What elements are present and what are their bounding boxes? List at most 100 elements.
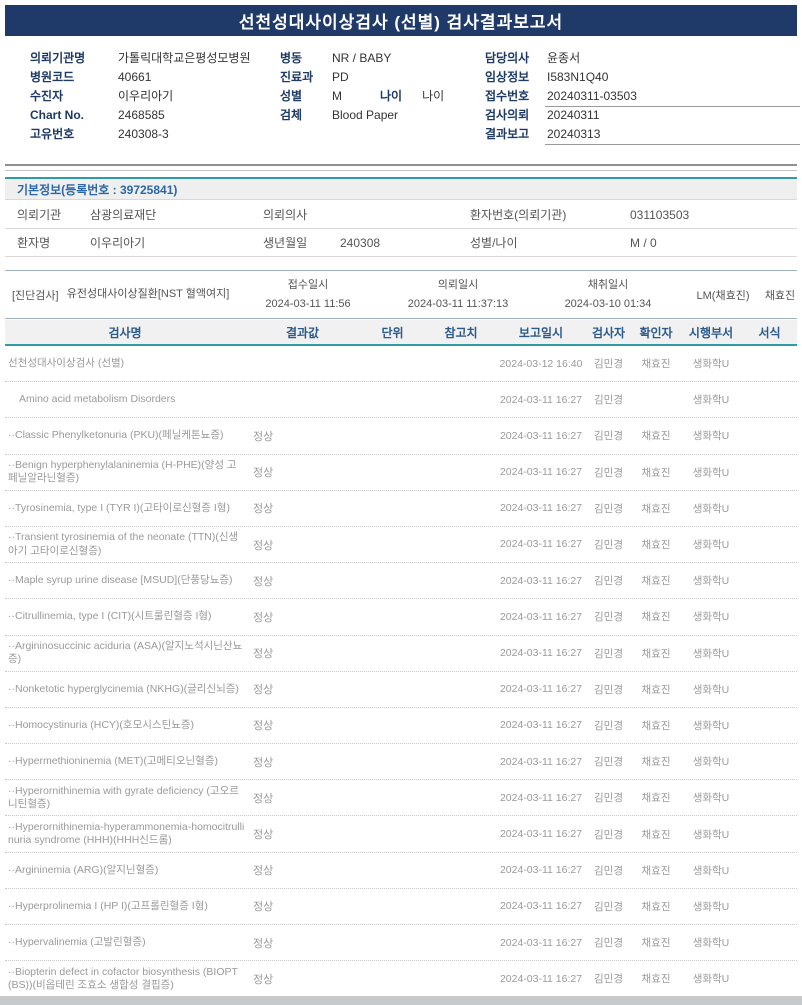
department-cell: 생화학U — [692, 575, 730, 588]
result-value-cell: 정상 — [253, 648, 274, 661]
diagnosis-time-cell: 의뢰일시 2024-03-11 11:37:13 — [383, 276, 533, 313]
tester-cell: 김민경 — [594, 358, 623, 371]
patient-header-row: 병원코드 40661 — [30, 67, 280, 86]
result-row: ··Tyrosinemia, type I (TYR I)(고타이로신혈증 I형… — [5, 491, 797, 527]
department-cell: 생화학U — [692, 719, 730, 732]
field-value: 가톨릭대학교은평성모병원 — [118, 51, 251, 65]
tester-cell: 김민경 — [594, 647, 623, 660]
diagnosis-test-name: 유전성대사이상질환[NST 혈액여지] — [66, 288, 230, 301]
column-header: 보고일시 — [518, 325, 564, 340]
diagnosis-collector: 채효진 — [764, 289, 796, 302]
report-datetime-cell: 2024-03-11 16:27 — [499, 755, 583, 768]
test-name-cell: ··Nonketotic hyperglycinemia (NKHG)(글리신뇌… — [8, 682, 239, 695]
field-value: 2468585 — [118, 107, 165, 122]
report-datetime-cell: 2024-03-11 16:27 — [499, 791, 583, 804]
basic-info-row: 환자명 이우리아기 생년월일 240308 성별/나이 M / 0 — [5, 229, 797, 257]
tester-cell: 김민경 — [594, 539, 623, 552]
section-divider-thin — [5, 170, 797, 171]
field-label: 생년월일 — [263, 236, 308, 250]
report-datetime-cell: 2024-03-11 16:27 — [499, 574, 583, 587]
field-label: 접수번호 — [485, 89, 530, 103]
department-cell: 생화학U — [692, 900, 730, 913]
department-cell: 생화학U — [692, 683, 730, 696]
basic-info-header: 기본정보(등록번호 : 39725841) — [5, 177, 797, 200]
confirmer-cell: 채효진 — [641, 430, 671, 443]
confirmer-cell: 채효진 — [641, 539, 671, 552]
confirmer-cell: 채효진 — [641, 756, 671, 769]
patient-header-row: 성별 M 나이 나이 — [280, 86, 485, 105]
confirmer-cell: 채효진 — [641, 937, 671, 950]
confirmer-cell: 채효진 — [641, 719, 671, 732]
report-datetime-cell: 2024-03-11 16:27 — [499, 647, 583, 659]
result-value-cell: 정상 — [253, 503, 274, 516]
report-datetime-cell: 2024-03-11 16:27 — [499, 393, 583, 406]
field-label: 진료과 — [280, 70, 314, 84]
field-label: 병원코드 — [30, 70, 75, 84]
tester-cell: 김민경 — [594, 683, 623, 696]
result-row: ··Argininemia (ARG)(알지닌혈증) 정상 2024-03-11 1… — [5, 853, 797, 889]
result-value-cell: 정상 — [253, 829, 274, 842]
time-label: 채취일시 — [587, 278, 629, 291]
report-datetime-cell: 2024-03-11 16:27 — [499, 827, 583, 840]
patient-header-col-2: 병동 NR / BABY 진료과 PD 성별 M 나이 나이 검체 Blood Paper — [280, 48, 485, 143]
tester-cell: 김민경 — [594, 828, 623, 841]
field-value: 20240311 — [547, 107, 600, 122]
field-value: M / 0 — [630, 235, 657, 250]
tester-cell: 김민경 — [594, 466, 623, 479]
confirmer-cell: 채효진 — [641, 828, 671, 841]
field-value: M — [332, 88, 342, 103]
field-value: 이우리아기 — [118, 89, 174, 103]
field-label: 성별/나이 — [470, 236, 518, 250]
report-datetime-cell: 2024-03-11 16:27 — [499, 900, 583, 913]
patient-header-row: 접수번호 20240311-03503 — [485, 86, 800, 107]
results-table-body: 선천성대사이상검사 (선별) 2024-03-12 16:40 김민경 채효진 생화학U… — [5, 346, 797, 998]
result-value-cell: 정상 — [253, 684, 274, 697]
test-name-cell: ··Biopterin defect in cofactor biosynthe… — [8, 965, 238, 991]
confirmer-cell: 채효진 — [641, 502, 671, 515]
field-value: 20240311-03503 — [547, 88, 637, 103]
field-value: 윤종서 — [547, 51, 581, 65]
column-header: 결과값 — [285, 325, 320, 340]
field-label: 병동 — [280, 51, 303, 65]
report-datetime-cell: 2024-03-11 16:27 — [499, 466, 583, 479]
result-row: ··Hyperprolinemia I (HP I)(고프롤린혈증 I형) 정상 2… — [5, 889, 797, 925]
tester-cell: 김민경 — [594, 756, 623, 769]
result-row: ··Homocystinuria (HCY)(호모시스틴뇨증) 정상 2024-03… — [5, 708, 797, 745]
field-value: Blood Paper — [332, 107, 399, 122]
tester-cell: 김민경 — [594, 502, 623, 515]
patient-header-col-3: 담당의사 윤종서 임상정보 I583N1Q40 접수번호 20240311-03503 검사… — [485, 48, 800, 145]
report-datetime-cell: 2024-03-11 16:27 — [499, 610, 583, 623]
department-cell: 생화학U — [692, 647, 730, 660]
confirmer-cell: 채효진 — [641, 864, 671, 877]
test-name-cell: ··Argininosuccinic aciduria (ASA)(알지노석시닌… — [8, 639, 243, 666]
test-name-cell: ··Argininemia (ARG)(알지닌혈증) — [8, 863, 159, 876]
field-label: 나이 — [380, 89, 403, 103]
report-datetime-cell: 2024-03-11 16:27 — [499, 429, 583, 442]
tester-cell: 김민경 — [594, 864, 623, 877]
department-cell: 생화학U — [692, 756, 730, 769]
field-label: 성별 — [280, 89, 303, 103]
report-datetime-cell: 2024-03-11 16:27 — [499, 538, 583, 551]
field-value: 20240313 — [547, 126, 601, 141]
result-row: ··Classic Phenylketonuria (PKU)(페닐케톤뇨증) 정… — [5, 418, 797, 455]
result-row: ··Hyperornithinemia with gyrate deficien… — [5, 780, 797, 817]
department-cell: 생화학U — [692, 466, 730, 479]
section-divider-thick — [5, 164, 797, 166]
field-label: Chart No. — [30, 107, 84, 122]
tester-cell: 김민경 — [594, 900, 623, 913]
test-name-cell: ··Hyperornithinemia with gyrate deficien… — [8, 784, 239, 810]
test-name-cell: ··Tyrosinemia, type I (TYR I)(고타이로신혈증 I형… — [8, 501, 230, 514]
field-value: PD — [332, 69, 349, 84]
page-bottom-edge — [0, 996, 802, 1005]
field-value: 240308-3 — [118, 126, 169, 141]
confirmer-cell: 채효진 — [641, 683, 671, 696]
field-label: 고유번호 — [30, 127, 75, 141]
test-name-cell: ··Hyperornithinemia-hyperammonemia-homoc… — [8, 820, 245, 847]
time-value: 2024-03-11 11:37:13 — [407, 297, 509, 310]
patient-header-row: 의뢰기관명 가톨릭대학교은평성모병원 — [30, 48, 280, 67]
patient-header-row: 고유번호 240308-3 — [30, 124, 280, 143]
column-header: 검사명 — [108, 325, 142, 340]
patient-header-row: 임상정보 I583N1Q40 — [485, 67, 792, 86]
tester-cell: 김민경 — [594, 394, 623, 407]
test-name-cell: Amino acid metabolism Disorders — [19, 393, 176, 406]
